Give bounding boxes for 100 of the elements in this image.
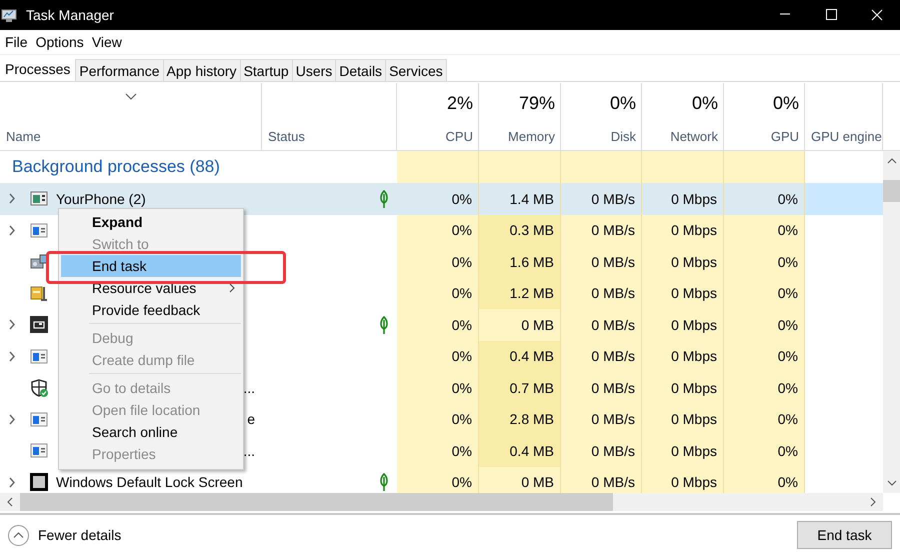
tab[interactable]: Performance [75, 59, 164, 81]
process-name: Windows Default Lock Screen [56, 474, 243, 490]
expand-chevron-icon[interactable] [8, 350, 16, 362]
table-cell: 0 Mbps [642, 435, 724, 466]
end-task-button[interactable]: End task [797, 521, 892, 549]
table-cell: 0 Mbps [642, 372, 724, 404]
table-cell: 0% [724, 340, 805, 372]
table-cell: 0 MB [479, 309, 561, 340]
tab[interactable]: App history [162, 59, 241, 81]
table-cell: 0 Mbps [642, 183, 724, 214]
column-total: 2% [446, 93, 473, 114]
menu-item[interactable]: View [92, 34, 122, 50]
column-header[interactable]: Network [670, 129, 718, 144]
app-window-icon [30, 222, 48, 239]
leaf-icon [377, 316, 391, 334]
column-header[interactable]: Status [268, 129, 305, 144]
app-window-icon [30, 410, 48, 428]
table-cell: 0 MB/s [561, 435, 642, 466]
table-cell: 0.4 MB [479, 340, 561, 372]
close-icon[interactable] [871, 9, 883, 21]
shield-icon [30, 378, 48, 397]
table-cell: 0 Mbps [642, 278, 724, 309]
scroll-right-icon[interactable] [869, 497, 877, 507]
table-cell: 0 MB/s [561, 372, 642, 404]
table-cell: 0% [724, 246, 805, 278]
expand-chevron-icon[interactable] [8, 476, 16, 488]
expand-chevron-icon[interactable] [8, 193, 16, 204]
menu-item[interactable]: Search online [61, 421, 241, 443]
process-name: ... [243, 380, 255, 396]
table-cell: 0% [397, 340, 479, 372]
table-cell: 0 MB/s [561, 404, 642, 435]
table-cell: 0 MB/s [561, 214, 642, 246]
tab[interactable]: Services [385, 59, 447, 81]
scrollbar-thumb[interactable] [883, 180, 900, 202]
scrollbar-thumb[interactable] [20, 493, 613, 511]
table-cell: 0% [724, 435, 805, 466]
table-cell: 0 MB/s [561, 309, 642, 340]
table-cell: 0% [397, 309, 479, 340]
menu-item[interactable]: Expand [61, 211, 241, 233]
menu-item[interactable]: File [5, 34, 28, 50]
table-cell: 0% [724, 372, 805, 404]
group-heading: Background processes (88) [12, 157, 220, 177]
square-icon [30, 473, 48, 492]
leaf-icon [377, 190, 391, 208]
collapse-icon[interactable] [8, 524, 29, 546]
table-cell: 0 Mbps [642, 404, 724, 435]
table-cell: 0.7 MB [479, 372, 561, 404]
column-total: 0% [692, 93, 718, 114]
table-cell: 0 MB/s [561, 278, 642, 309]
leaf-icon [377, 473, 391, 492]
column-header[interactable]: GPU [770, 129, 799, 144]
column-header[interactable]: Disk [610, 129, 636, 144]
expand-chevron-icon[interactable] [8, 319, 16, 330]
maximize-icon[interactable] [825, 9, 837, 20]
tab[interactable]: Details [335, 59, 386, 81]
app-window-icon [30, 190, 48, 208]
table-cell: 0% [724, 278, 805, 309]
scroll-down-icon[interactable] [886, 479, 896, 487]
tab[interactable]: Users [292, 59, 336, 81]
menu-item[interactable]: Resource values [61, 277, 241, 299]
table-cell: 0% [397, 246, 479, 278]
table-cell: 0 Mbps [642, 246, 724, 278]
app-window-icon [30, 442, 48, 460]
table-cell: 2.8 MB [479, 404, 561, 435]
table-cell: 0 Mbps [642, 214, 724, 246]
menu-item[interactable]: Provide feedback [61, 299, 241, 321]
table-cell: 0% [397, 435, 479, 466]
column-header[interactable]: Memory [508, 129, 555, 144]
table-cell: 0 MB/s [561, 340, 642, 372]
scroll-left-icon[interactable] [6, 497, 14, 507]
expand-chevron-icon[interactable] [8, 224, 16, 236]
menu-item[interactable]: Options [36, 34, 84, 50]
file-server-icon [30, 284, 48, 302]
scroll-up-icon[interactable] [886, 157, 896, 165]
table-cell: 0% [397, 214, 479, 246]
column-header[interactable]: Name [6, 129, 256, 144]
table-cell: 0.3 MB [479, 214, 561, 246]
expand-chevron-icon[interactable] [8, 414, 16, 425]
fewer-details-link[interactable]: Fewer details [38, 527, 122, 543]
table-cell: 0% [724, 183, 805, 214]
table-cell: 0% [397, 404, 479, 435]
table-cell: 0% [724, 214, 805, 246]
process-name: ... [243, 442, 255, 459]
menu-item[interactable]: End task [61, 255, 241, 277]
table-cell: 1.6 MB [479, 246, 561, 278]
window-title: Task Manager [26, 7, 115, 23]
table-cell: 0 Mbps [642, 309, 724, 340]
tools-icon [30, 253, 48, 270]
sort-caret-icon[interactable] [125, 93, 137, 100]
table-cell: 1.2 MB [479, 278, 561, 309]
table-cell: 0% [724, 404, 805, 435]
process-name: YourPhone (2) [56, 190, 146, 207]
table-cell: 0% [397, 183, 479, 214]
column-header[interactable]: GPU engine [811, 129, 882, 144]
column-total: 0% [610, 93, 636, 114]
column-header[interactable]: CPU [446, 129, 473, 144]
table-cell: 0.4 MB [479, 435, 561, 466]
table-cell: 0 Mbps [642, 340, 724, 372]
app-window-icon [30, 348, 48, 365]
tab[interactable]: Startup [240, 59, 293, 81]
